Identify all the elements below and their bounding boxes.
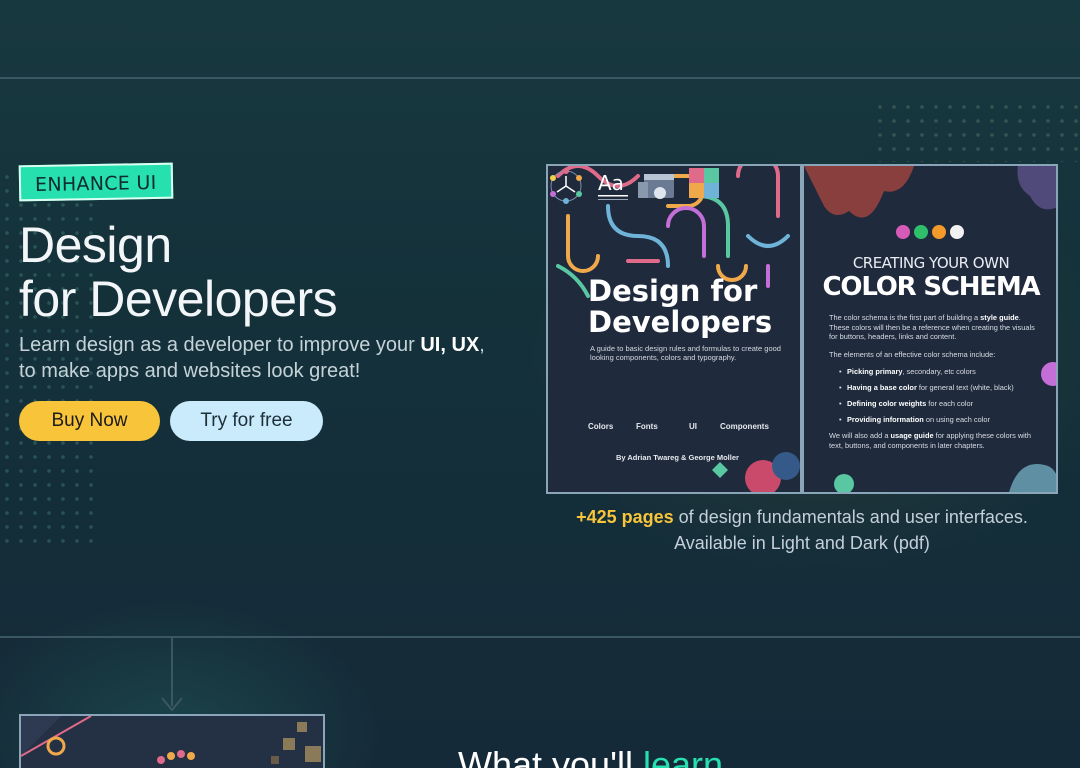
p3-b: usage guide [890, 431, 934, 440]
p3-a: We will also add a [829, 431, 891, 440]
swatch-pink [896, 225, 910, 239]
fonts-icon: Aa [598, 171, 628, 200]
page-list: Picking primary, secondary, etc colors H… [839, 367, 1039, 425]
list-item-rest: for general text (white, black) [916, 383, 1014, 392]
list-item-rest: for each color [926, 399, 974, 408]
page-paragraph-1: The color schema is the first part of bu… [829, 313, 1039, 342]
cover-subtitle: A guide to basic design rules and formul… [590, 344, 781, 362]
list-item: Defining color weights for each color [839, 399, 1039, 409]
caption-line-2: Available in Light and Dark (pdf) [674, 533, 930, 553]
fonts-glyph: Aa [598, 171, 624, 195]
page-paragraph-2: The elements of an effective color schem… [829, 349, 996, 359]
label-fonts: Fonts [636, 422, 658, 431]
book-caption: +425 pages of design fundamentals and us… [546, 504, 1058, 556]
list-item: Picking primary, secondary, etc colors [839, 367, 1039, 377]
list-item-bold: Picking primary [847, 367, 903, 376]
landing-page: ENHANCE UI Design for Developers Learn d… [0, 0, 1080, 768]
try-for-free-button[interactable]: Try for free [170, 401, 323, 441]
learn-accent: learn [642, 744, 724, 768]
hero-headline: Design for Developers [19, 217, 338, 327]
list-item-bold: Having a base color [847, 383, 917, 392]
colors-icon [550, 168, 582, 204]
color-swatches [896, 225, 964, 239]
cover-title-line-1: Design for [588, 274, 758, 308]
enhance-ui-badge: ENHANCE UI [18, 162, 173, 202]
caption-line-1: of design fundamentals and user interfac… [673, 507, 1028, 527]
subtitle-text-1: Learn design as a developer to improve y… [19, 334, 421, 356]
list-item-bold: Defining color weights [847, 399, 927, 408]
list-item-rest: , secondary, etc colors [902, 367, 976, 376]
ui-icon [638, 174, 674, 199]
cover-author: By Adrian Twareg & George Moller [616, 453, 739, 462]
headline-line-1: Design [19, 217, 172, 273]
cover-title-line-2: Developers [588, 305, 773, 339]
label-colors: Colors [588, 422, 614, 431]
page-kicker: CREATING YOUR OWN [852, 254, 1010, 272]
p1-a: The color schema is the first part of bu… [829, 313, 981, 322]
chapter-thumbnail [19, 714, 325, 768]
components-icon [689, 168, 719, 198]
list-item: Having a base color for general text (wh… [839, 383, 1039, 393]
subtitle-ux: UX [451, 334, 480, 356]
what-you-learn-heading: What you'll learn [458, 744, 723, 768]
book-preview: Design for Developers A guide to basic d… [546, 164, 1058, 494]
label-ui: UI [689, 422, 697, 431]
buy-now-button[interactable]: Buy Now [19, 401, 160, 441]
hero-subtitle: Learn design as a developer to improve y… [19, 332, 499, 384]
swatch-green [914, 225, 928, 239]
subtitle-sep: , [440, 334, 452, 356]
learn-prefix: What you'll [458, 744, 643, 768]
book-spine [800, 166, 804, 492]
headline-line-2: for Developers [19, 271, 338, 327]
p1-b: style guide [980, 313, 1019, 322]
subtitle-ui: UI [420, 334, 441, 356]
dot-pattern-right [873, 100, 1080, 162]
cover-title: Design for Developers [588, 276, 772, 338]
list-item-rest: on using each color [923, 415, 990, 424]
swatch-orange [932, 225, 946, 239]
page-title: COLOR SCHEMA [822, 272, 1041, 302]
swatch-white [950, 225, 964, 239]
list-item: Providing information on using each colo… [839, 415, 1039, 425]
cover-icons: Aa [550, 168, 719, 204]
pages-count: +425 pages [576, 507, 674, 527]
list-item-bold: Providing information [847, 415, 924, 424]
top-divider [0, 77, 1080, 79]
section-divider [0, 636, 1080, 638]
label-components: Components [720, 422, 769, 431]
thumbnail-artwork [21, 716, 321, 764]
page-body: The color schema is the first part of bu… [829, 313, 1039, 458]
page-paragraph-3: We will also add a usage guide for apply… [829, 431, 1039, 450]
arrow-down-icon [161, 697, 183, 712]
